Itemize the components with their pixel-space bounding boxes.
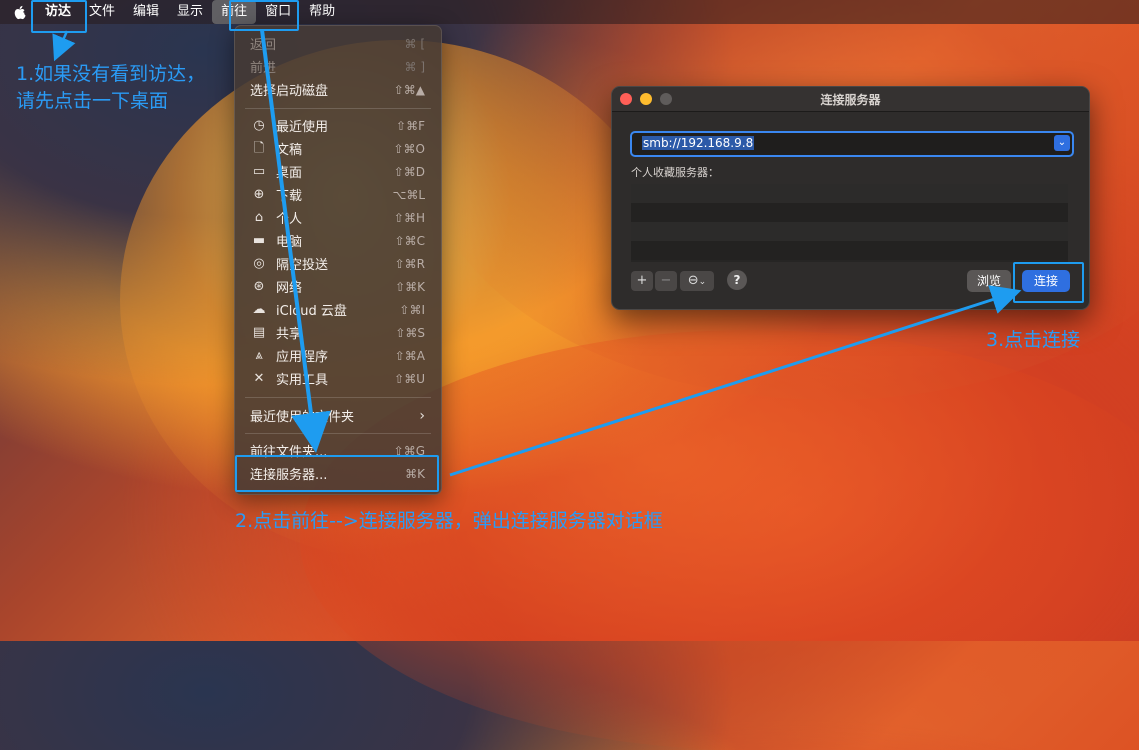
note-step2: 2.点击前往-->连接服务器，弹出连接服务器对话框 (235, 510, 663, 532)
arrow-finder-note (52, 30, 76, 62)
note-step3: 3.点击连接 (986, 329, 1081, 351)
note-step1-line2: 请先点击一下桌面 (16, 90, 169, 112)
annotation-arrows (52, 29, 1022, 477)
arrow-to-connect-button (449, 285, 1022, 477)
note-step1-line1: 1.如果没有看到访达， (16, 63, 206, 85)
arrow-go-to-connect (260, 29, 331, 453)
